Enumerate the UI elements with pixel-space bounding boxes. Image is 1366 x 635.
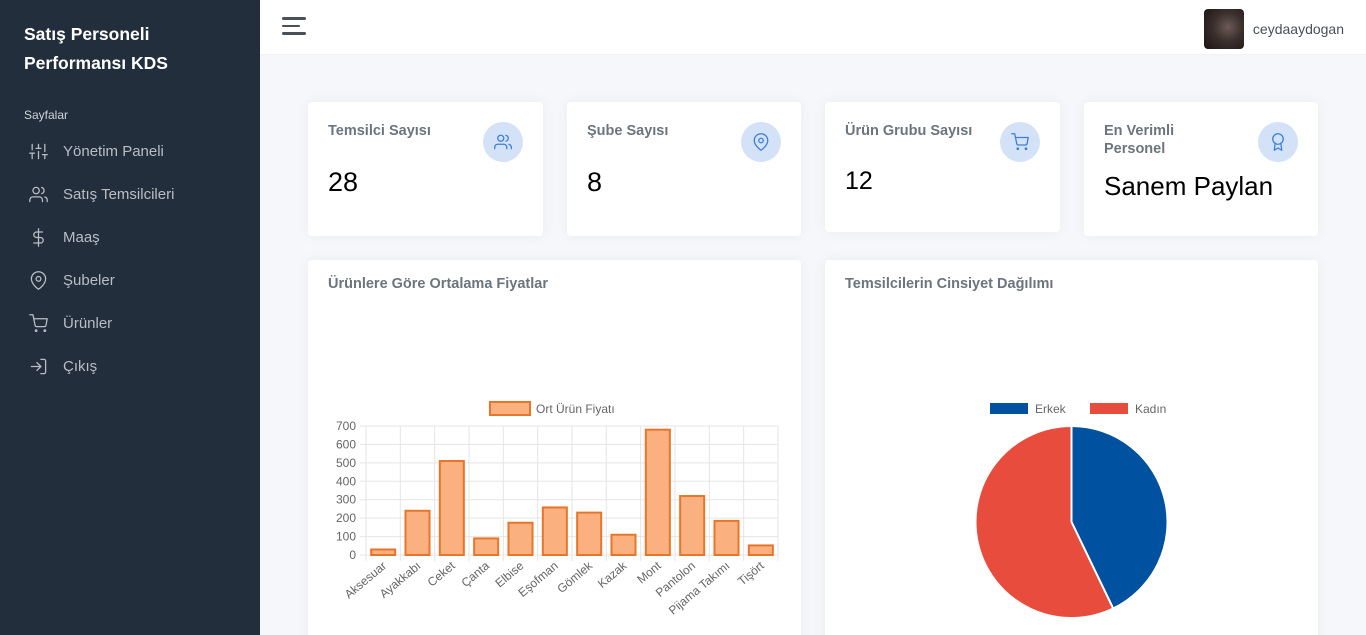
- sidebar-item-satis-temsilcileri[interactable]: Satış Temsilcileri: [0, 173, 260, 216]
- y-tick-label: 0: [349, 548, 356, 562]
- bar: [541, 506, 568, 556]
- sidebar-item-label: Ürünler: [63, 315, 113, 332]
- bar: [404, 509, 431, 556]
- sliders-icon: [28, 142, 48, 162]
- sidebar-item-urunler[interactable]: Ürünler: [0, 302, 260, 345]
- x-tick-label: Pijama Takımı: [666, 559, 733, 618]
- stat-value: 8: [587, 167, 603, 197]
- bar: [576, 511, 603, 557]
- bar-chart: Ort Ürün Fiyatı0100200300400500600700Aks…: [336, 401, 779, 618]
- legend-label: Erkek: [1035, 402, 1067, 416]
- bar: [644, 428, 671, 556]
- legend-label: Ort Ürün Fiyatı: [536, 402, 615, 416]
- stat-title: Şube Sayısı: [587, 123, 669, 139]
- y-tick-label: 400: [336, 474, 356, 488]
- bar: [473, 537, 500, 556]
- y-tick-label: 100: [336, 530, 356, 544]
- stat-value: Sanem Paylan: [1104, 171, 1274, 201]
- dollar-icon: [28, 228, 48, 248]
- y-tick-label: 600: [336, 437, 356, 451]
- stat-title: Ürün Grubu Sayısı: [845, 123, 973, 139]
- y-tick-label: 700: [336, 419, 356, 433]
- sidebar-item-label: Çıkış: [63, 358, 98, 375]
- sidebar-item-cikis[interactable]: Çıkış: [0, 345, 260, 388]
- sidebar-item-subeler[interactable]: Şubeler: [0, 259, 260, 302]
- bar: [747, 544, 774, 557]
- stat-title: Temsilci Sayısı: [328, 123, 431, 139]
- bar-chart-card: Ürünlere Göre Ortalama Fiyatlar Ort Ürün…: [308, 260, 801, 635]
- avatar[interactable]: [1203, 9, 1244, 49]
- stat-value: 12: [845, 167, 873, 195]
- x-tick-label: Gömlek: [554, 558, 595, 596]
- sidebar-header: Sayfalar: [24, 108, 69, 122]
- sidebar-item-label: Şubeler: [63, 272, 115, 289]
- bar: [507, 521, 534, 556]
- pie-chart: Erkek Kadın: [974, 402, 1169, 619]
- legend-swatch: [1090, 403, 1128, 414]
- pie-chart-card: Temsilcilerin Cinsiyet Dağılımı Erkek Kad…: [825, 260, 1318, 635]
- bar: [679, 495, 706, 556]
- stat-value: 28: [328, 167, 359, 197]
- stat-card-temsilci: Temsilci Sayısı 28: [308, 102, 543, 236]
- bar: [713, 519, 740, 556]
- stat-card-sube: Şube Sayısı 8: [567, 102, 801, 236]
- map-pin-icon: [28, 271, 48, 291]
- bar: [610, 533, 637, 557]
- y-tick-label: 300: [336, 493, 356, 507]
- brand-title[interactable]: Satış Personeli Performansı KDS: [0, 0, 260, 78]
- x-tick-label: Ceket: [425, 558, 459, 589]
- award-icon: [1258, 122, 1298, 162]
- sidebar-item-label: Satış Temsilcileri: [63, 186, 175, 203]
- sidebar-item-label: Yönetim Paneli: [63, 143, 164, 160]
- y-tick-label: 200: [336, 511, 356, 525]
- sidebar-nav: Yönetim Paneli Satış Temsilcileri Maaş Ş…: [0, 130, 260, 388]
- hamburger-menu-icon[interactable]: [282, 17, 306, 37]
- stat-card-en-verimli: En Verimli Personel Sanem Paylan: [1084, 102, 1318, 236]
- map-pin-icon: [741, 122, 781, 162]
- bar: [438, 460, 465, 556]
- sidebar-item-maas[interactable]: Maaş: [0, 216, 260, 259]
- x-tick-label: Tişört: [735, 558, 767, 588]
- sidebar-item-label: Maaş: [63, 229, 100, 246]
- sidebar-item-yonetim-paneli[interactable]: Yönetim Paneli: [0, 130, 260, 173]
- log-in-icon: [28, 357, 48, 377]
- legend-label: Kadın: [1135, 402, 1166, 416]
- shopping-cart-icon: [28, 314, 48, 334]
- y-tick-label: 500: [336, 456, 356, 470]
- legend-swatch: [990, 403, 1028, 414]
- shopping-cart-icon: [1000, 122, 1040, 162]
- bar: [370, 548, 397, 557]
- stat-card-urun-grubu: Ürün Grubu Sayısı 12: [825, 102, 1060, 232]
- users-icon: [483, 122, 523, 162]
- sidebar: Satış Personeli Performansı KDS Sayfalar…: [0, 0, 260, 635]
- legend-swatch: [489, 401, 531, 416]
- x-tick-label: Çanta: [459, 558, 493, 590]
- user-menu[interactable]: ceydaaydogan: [1203, 9, 1344, 49]
- users-icon: [28, 185, 48, 205]
- topbar: ceydaaydogan: [260, 0, 1366, 54]
- username[interactable]: ceydaaydogan: [1253, 21, 1344, 37]
- x-tick-label: Kazak: [595, 558, 630, 591]
- stat-title: En Verimli Personel: [1104, 123, 1175, 157]
